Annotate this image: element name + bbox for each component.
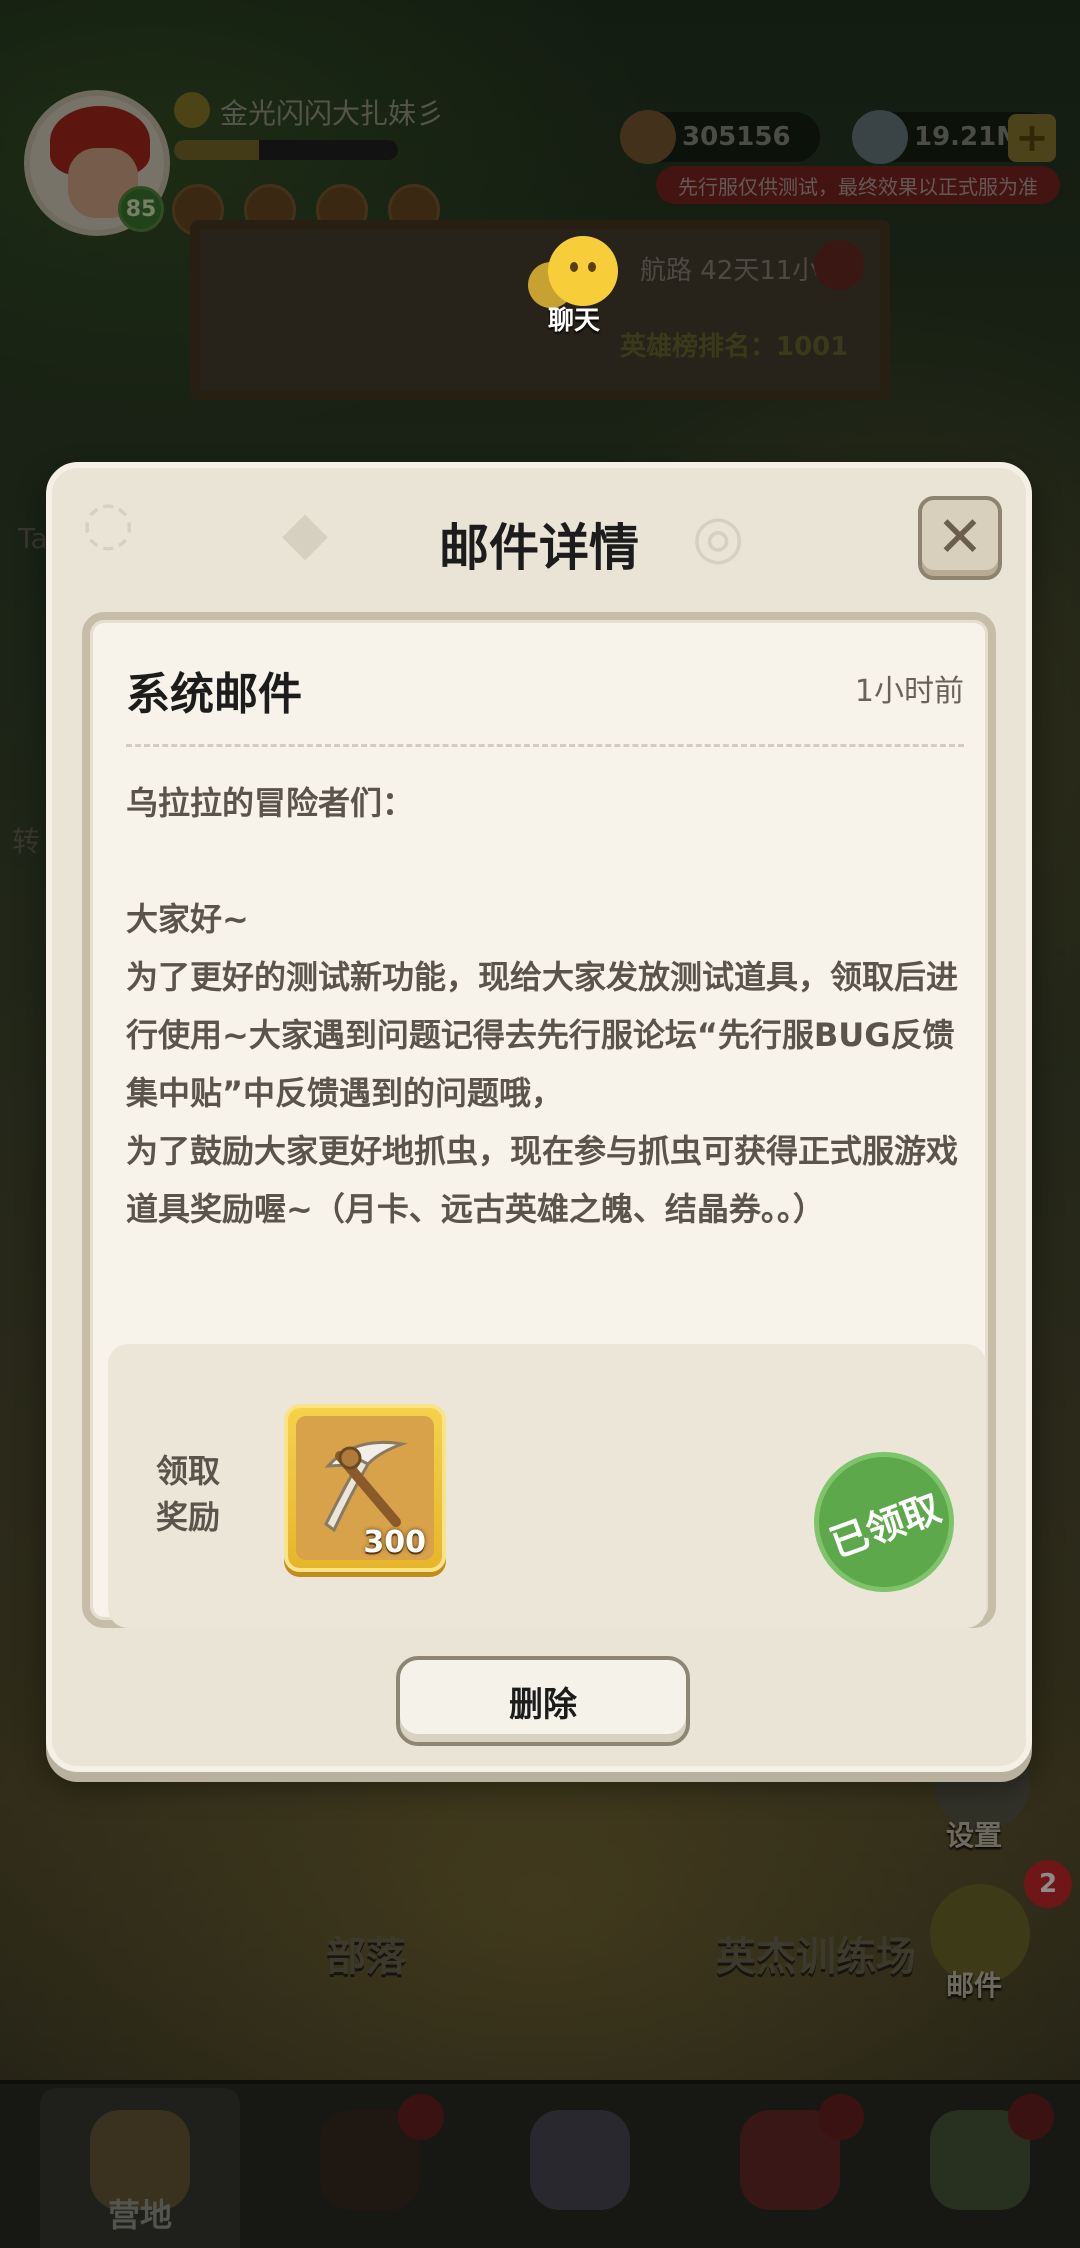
mail-card: 系统邮件 1小时前 乌拉拉的冒险者们： 大家好~ 为了更好的测试新功能，现给大家… [82,612,996,1628]
pickaxe-icon [324,1440,408,1533]
close-icon: ✕ [936,505,984,570]
divider [126,744,964,747]
close-button[interactable]: ✕ [918,496,1002,580]
mail-timestamp: 1小时前 [854,674,964,709]
mail-detail-modal: ◌ ◆ ◎ 邮件详情 ✕ 系统邮件 1小时前 乌拉拉的冒险者们： 大家好~ 为了… [46,462,1032,1772]
reward-item-frame: 300 [296,1416,434,1560]
delete-button[interactable]: 删除 [396,1656,690,1746]
chat-label[interactable]: 聊天 [548,300,600,337]
modal-title: 邮件详情 [439,519,639,577]
reward-count: 300 [363,1525,426,1560]
chat-icon[interactable] [548,236,618,306]
reward-section: 领取奖励 300 已领取 [108,1344,986,1628]
mail-subject: 系统邮件 [126,669,302,720]
reward-item[interactable]: 300 [284,1404,446,1572]
mail-body[interactable]: 乌拉拉的冒险者们： 大家好~ 为了更好的测试新功能，现给大家发放测试道具，领取后… [126,774,966,1314]
reward-label: 领取奖励 [156,1452,221,1536]
claimed-stamp: 已领取 [794,1432,974,1612]
